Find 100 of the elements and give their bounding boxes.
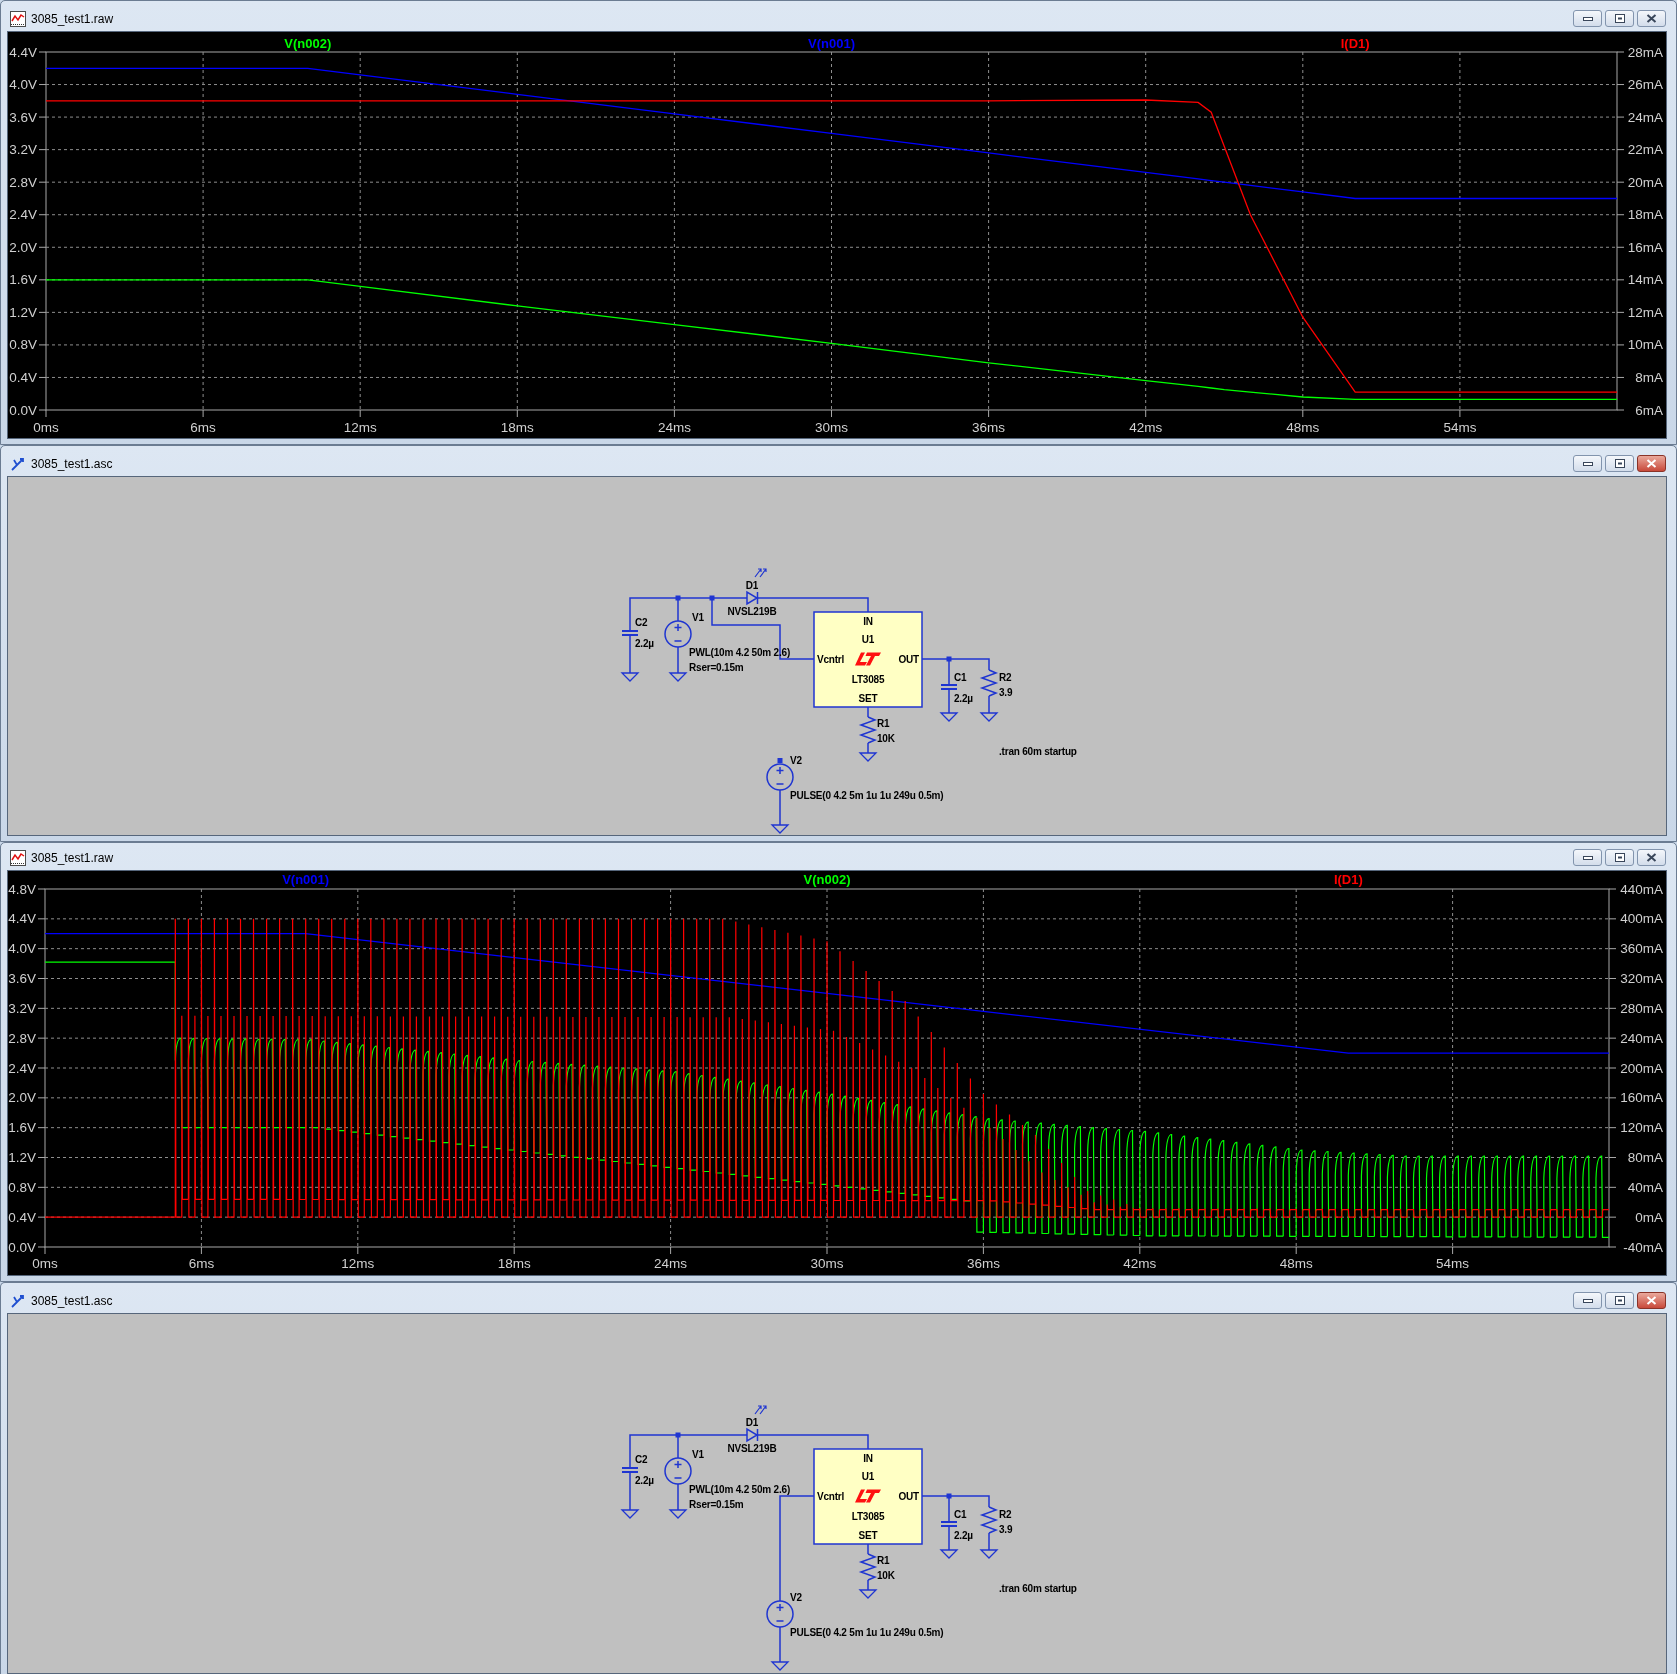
- minimize-button[interactable]: [1573, 1292, 1602, 1309]
- ground-symbol: [770, 1661, 790, 1671]
- x-axis-label: 0ms: [32, 1255, 58, 1271]
- y-axis-label: 1.6V: [8, 1120, 36, 1136]
- component-value: 3.9: [999, 1523, 1013, 1535]
- component-label: D1: [745, 1416, 759, 1428]
- y-axis-label: 120mA: [1620, 1120, 1663, 1136]
- wire: [867, 742, 869, 754]
- emission-arrows-icon: [754, 568, 767, 578]
- wire: [677, 646, 679, 674]
- y-axis-label: 3.2V: [9, 142, 37, 158]
- restore-button[interactable]: [1605, 455, 1634, 472]
- y-axis-label: 2.8V: [9, 174, 37, 190]
- close-button[interactable]: [1637, 455, 1666, 472]
- y-axis-label: 22mA: [1627, 142, 1663, 158]
- x-axis-label: 42ms: [1123, 1255, 1157, 1271]
- trace-label: V(n001): [808, 35, 855, 51]
- trace-label: V(n002): [803, 871, 851, 887]
- y-axis-label: 0.8V: [8, 1179, 36, 1195]
- capacitor-symbol: [621, 630, 639, 636]
- ground-symbol: [939, 1549, 959, 1559]
- y-axis-label: 4.0V: [9, 77, 37, 93]
- schematic-icon: [10, 455, 26, 472]
- close-button[interactable]: [1637, 10, 1666, 27]
- close-button[interactable]: [1637, 849, 1666, 866]
- ground-symbol: [858, 1589, 878, 1599]
- wire: [948, 688, 950, 714]
- restore-button[interactable]: [1605, 849, 1634, 866]
- window-title: 3085_test1.asc: [31, 1294, 113, 1307]
- y-axis-label: 18mA: [1627, 207, 1663, 223]
- pin-label: Vcntrl: [817, 1490, 845, 1502]
- restore-button[interactable]: [1605, 10, 1634, 27]
- y-axis-label: 0.0V: [9, 402, 37, 418]
- y-axis-label: 12mA: [1627, 304, 1663, 320]
- y-axis-label: 10mA: [1627, 337, 1663, 353]
- pin-label: OUT: [898, 653, 919, 665]
- x-axis-label: 36ms: [972, 419, 1006, 435]
- y-axis-label: 2.0V: [8, 1090, 36, 1106]
- component-parameter: Rser=0.15m: [689, 1498, 744, 1510]
- voltage-source-symbol: [766, 1600, 794, 1628]
- x-axis-label: 36ms: [966, 1255, 1000, 1271]
- component-value: 2.2µ: [954, 692, 973, 704]
- y-axis-label: 24mA: [1627, 109, 1663, 125]
- wire: [779, 789, 781, 826]
- y-axis-label: 8mA: [1635, 369, 1663, 385]
- component-value: NVSL219B: [727, 605, 777, 617]
- y-axis-label: 4.4V: [8, 911, 36, 927]
- x-axis-label: 54ms: [1443, 419, 1477, 435]
- y-axis-label: 14mA: [1627, 272, 1663, 288]
- y-axis-label: 0.0V: [8, 1239, 36, 1255]
- x-axis-label: 24ms: [657, 419, 691, 435]
- minimize-button[interactable]: [1573, 849, 1602, 866]
- component-value: LT3085: [851, 1510, 885, 1522]
- component-label: C1: [954, 1508, 967, 1520]
- wire: [867, 1579, 869, 1591]
- minimize-icon: [1582, 16, 1593, 21]
- voltage-source-symbol: [766, 763, 794, 791]
- pin-label: Vcntrl: [817, 653, 845, 665]
- x-axis-label: 24ms: [654, 1255, 688, 1271]
- y-axis-label: 4.4V: [9, 44, 37, 60]
- close-icon: [1646, 1296, 1657, 1305]
- component-value: LT3085: [851, 673, 885, 685]
- x-axis-label: 48ms: [1279, 1255, 1313, 1271]
- x-axis-label: 42ms: [1129, 419, 1163, 435]
- y-axis-label: 6mA: [1635, 402, 1663, 418]
- minimize-icon: [1582, 1298, 1593, 1303]
- y-axis-label: 2.4V: [9, 207, 37, 223]
- component-label: V1: [692, 611, 704, 623]
- ground-symbol: [939, 712, 959, 722]
- y-axis-label: 4.8V: [8, 881, 36, 897]
- minimize-button[interactable]: [1573, 455, 1602, 472]
- minimize-button[interactable]: [1573, 10, 1602, 27]
- pin-label: SET: [858, 692, 878, 704]
- pin-label: SET: [858, 1529, 878, 1541]
- wire: [677, 1483, 679, 1511]
- restore-icon: [1614, 853, 1625, 862]
- component-value: 10K: [877, 732, 895, 744]
- component-label: V1: [692, 1448, 704, 1460]
- x-axis-label: 12ms: [343, 419, 377, 435]
- restore-button[interactable]: [1605, 1292, 1634, 1309]
- x-axis-label: 30ms: [815, 419, 848, 435]
- component-value: 3.9: [999, 686, 1013, 698]
- component-label: V2: [790, 754, 802, 766]
- wire: [779, 1626, 781, 1663]
- component-value: PULSE(0 4.2 5m 1u 1u 249u 0.5m): [790, 1626, 944, 1638]
- y-axis-label: 0.4V: [8, 1209, 36, 1225]
- spice-directive: .tran 60m startup: [999, 1582, 1077, 1594]
- y-axis-label: 2.0V: [9, 239, 37, 255]
- y-axis-label: 160mA: [1620, 1090, 1663, 1106]
- x-axis-label: 18ms: [497, 1255, 531, 1271]
- logo-icon: [855, 1489, 881, 1503]
- component-label: U1: [861, 633, 875, 645]
- wire: [948, 1525, 950, 1551]
- waveform-icon: [10, 849, 26, 866]
- window-title: 3085_test1.asc: [31, 457, 113, 470]
- restore-icon: [1614, 14, 1625, 23]
- y-axis-label: 26mA: [1627, 77, 1663, 93]
- ground-symbol: [668, 1509, 688, 1519]
- y-axis-label: 40mA: [1627, 1179, 1663, 1195]
- close-button[interactable]: [1637, 1292, 1666, 1309]
